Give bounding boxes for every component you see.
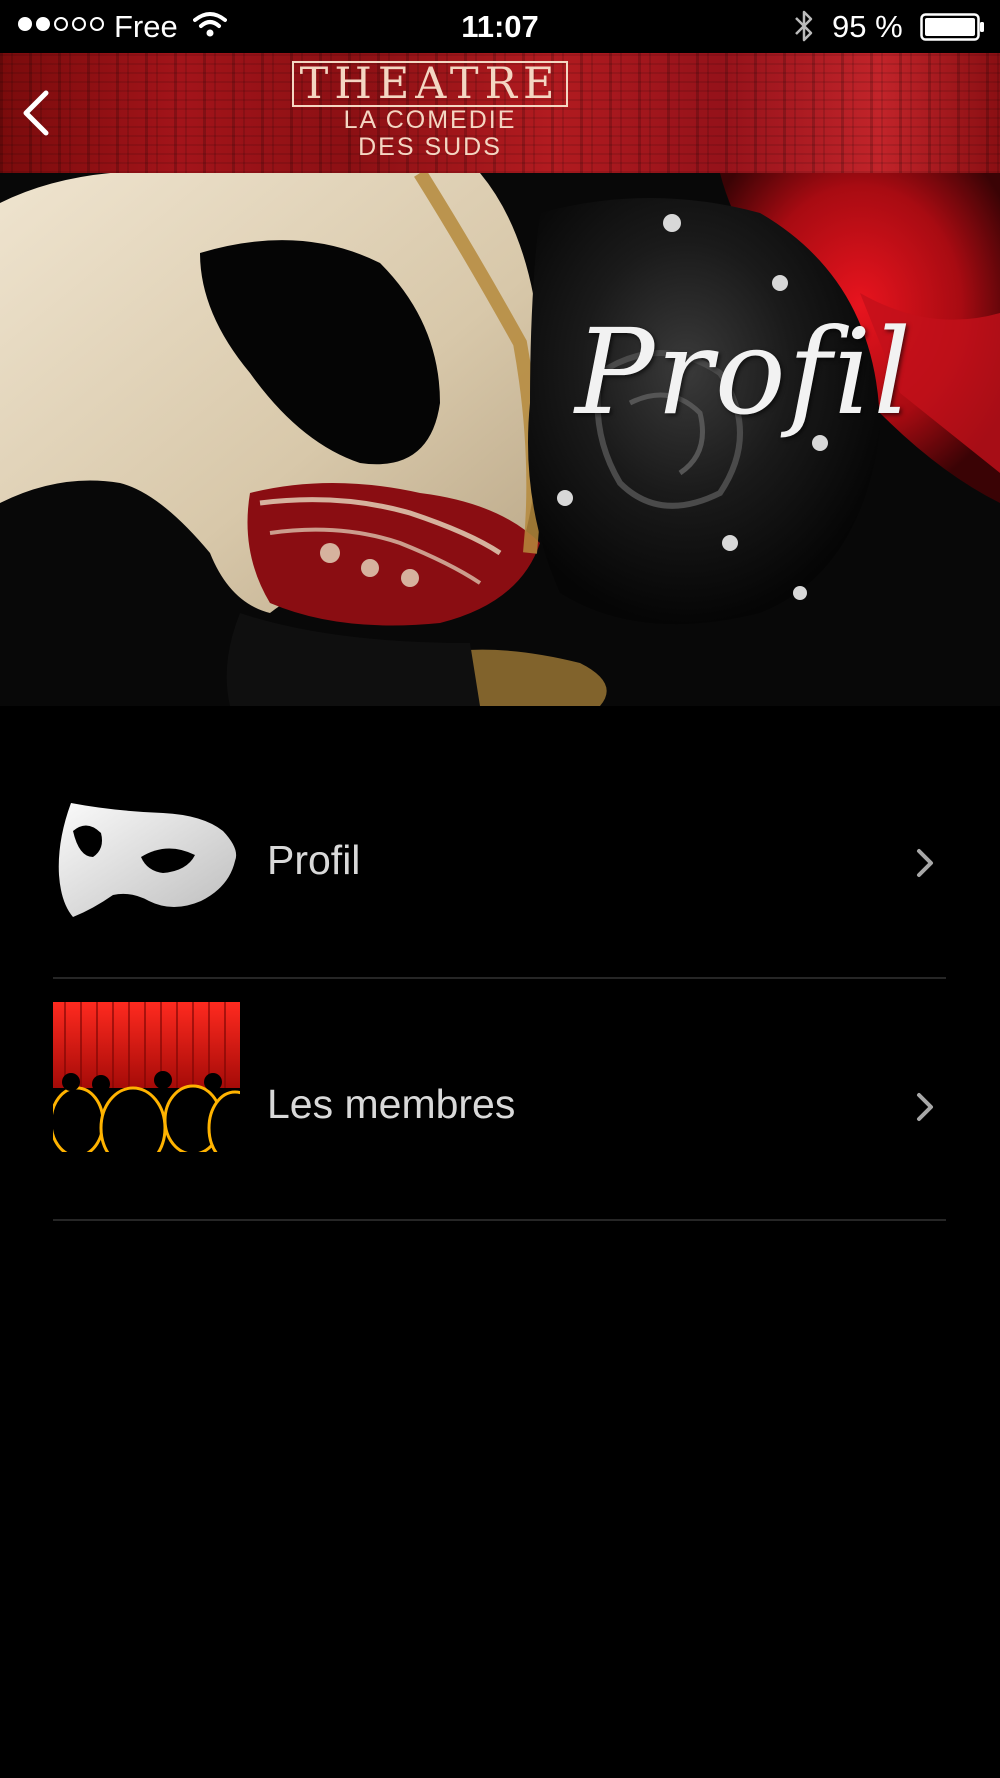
nav-header: THEATRE LA COMEDIE DES SUDS: [0, 53, 1000, 173]
chevron-right-icon: [917, 849, 933, 877]
menu-item-les-membres[interactable]: Les membres: [53, 981, 946, 1223]
menu-item-profil[interactable]: Profil: [53, 781, 946, 981]
battery-percentage: 95 %: [832, 9, 903, 44]
logo-subtitle-line2: DES SUDS: [358, 133, 502, 161]
divider: [53, 1219, 946, 1221]
theatre-logo: THEATRE LA COMEDIE DES SUDS: [0, 61, 860, 161]
divider: [53, 977, 946, 979]
white-mask-thumbnail: [58, 803, 237, 917]
bluetooth-icon: [795, 10, 813, 42]
menu-item-label: Profil: [267, 837, 361, 883]
status-bar: Free 11:07 95 %: [0, 0, 1000, 53]
hero-title: Profil: [575, 303, 913, 441]
battery-icon: [920, 13, 984, 41]
red-curtain-audience-thumbnail: [53, 1002, 240, 1192]
chevron-right-icon: [917, 1093, 933, 1121]
logo-title: THEATRE: [291, 61, 569, 107]
hero-banner: Profil: [0, 173, 1000, 706]
logo-subtitle-line1: LA COMEDIE: [343, 106, 517, 134]
menu-item-label: Les membres: [267, 1081, 516, 1127]
